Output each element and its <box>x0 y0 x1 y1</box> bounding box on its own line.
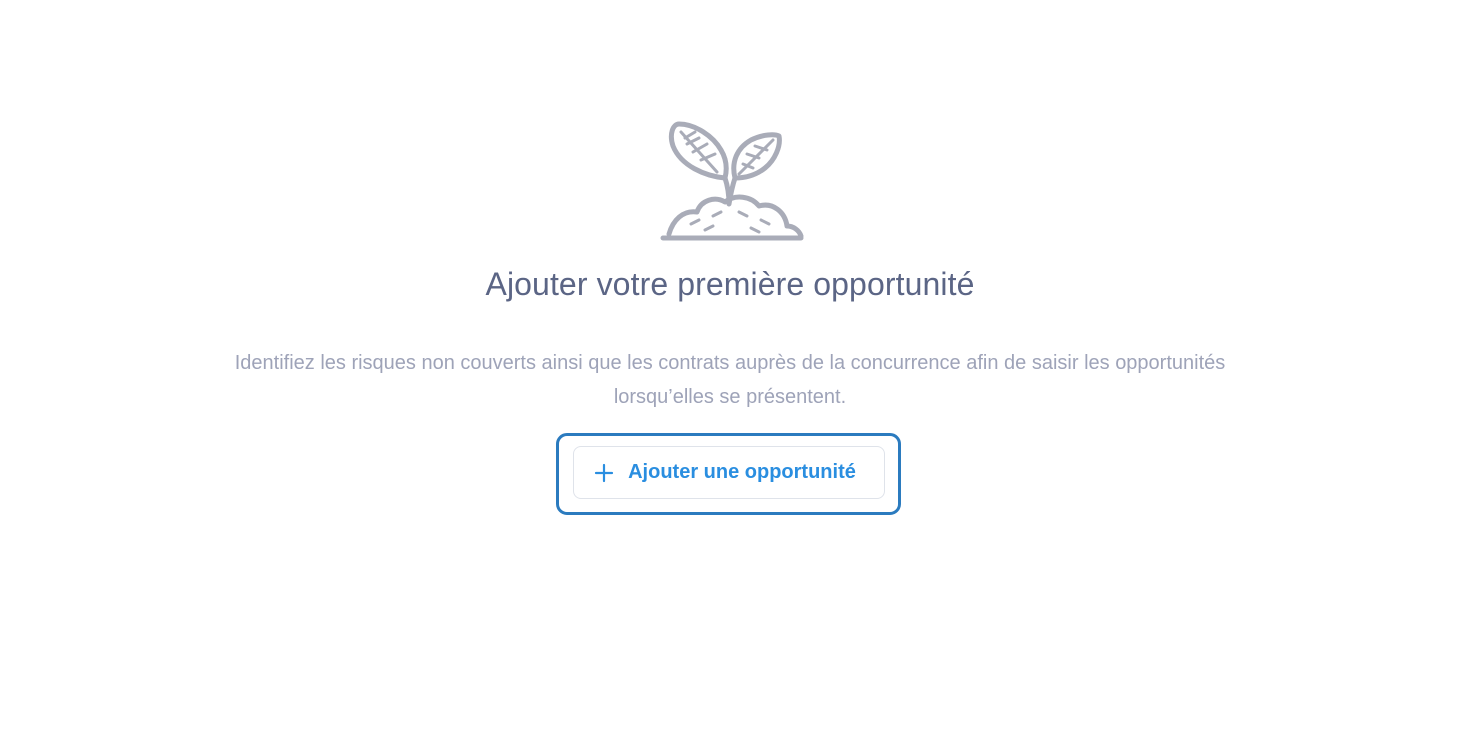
add-opportunity-label: Ajouter une opportunité <box>628 461 856 483</box>
sprout-icon <box>660 121 804 241</box>
empty-state-title: Ajouter votre première opportunité <box>485 266 975 302</box>
add-opportunity-button[interactable]: Ajouter une opportunité <box>573 446 885 499</box>
empty-state-panel: Ajouter votre première opportunité Ident… <box>0 0 1465 731</box>
empty-state-description: Identifiez les risques non couverts ains… <box>234 352 1226 408</box>
plus-icon <box>595 463 614 482</box>
